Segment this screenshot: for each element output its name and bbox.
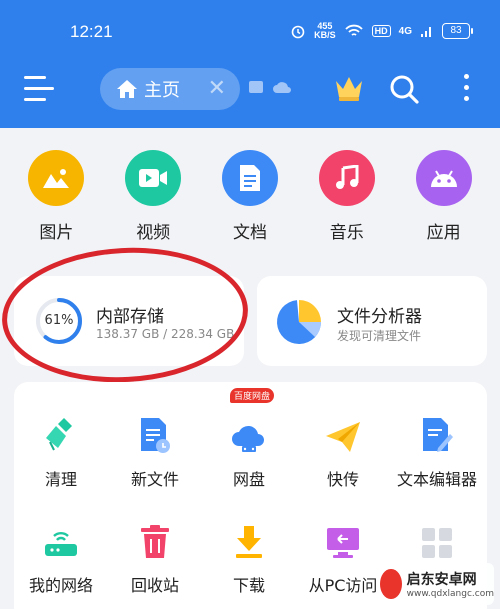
trash-icon xyxy=(108,510,202,560)
paper-plane-icon xyxy=(296,404,390,454)
watermark-logo-icon xyxy=(380,569,402,599)
hd-badge: HD xyxy=(371,25,391,37)
internal-storage-card[interactable]: 61% 内部存储 138.37 GB / 228.34 GB xyxy=(14,276,244,366)
more-icon[interactable] xyxy=(462,74,470,107)
category-label: 应用 xyxy=(426,223,461,243)
close-icon[interactable]: ✕ xyxy=(208,76,226,101)
tab-cloud-icon xyxy=(273,82,291,93)
tool-text-editor[interactable]: 文本编辑器 xyxy=(390,404,484,490)
signal-icon xyxy=(421,27,431,37)
tool-label: 快传 xyxy=(326,470,359,489)
alarm-icon xyxy=(291,25,305,39)
tool-label: 文本编辑器 xyxy=(396,470,477,489)
baidu-disk-badge: 百度网盘 xyxy=(230,388,275,403)
tool-recycle-bin[interactable]: 回收站 xyxy=(108,510,202,596)
tool-label: 回收站 xyxy=(130,576,179,595)
category-apps[interactable]: 应用 xyxy=(395,150,492,250)
watermark: 启东安卓网 www.qdxlangc.com xyxy=(376,563,494,605)
download-icon xyxy=(202,510,296,560)
new-file-icon xyxy=(108,404,202,454)
tool-clean[interactable]: 清理 xyxy=(14,404,108,490)
tool-label: 新文件 xyxy=(130,470,179,489)
storage-percent: 61% xyxy=(44,313,74,328)
net-speed: 455 KB/S xyxy=(314,21,336,40)
category-label: 图片 xyxy=(39,223,74,243)
android-icon xyxy=(415,150,472,206)
tool-new-file[interactable]: 新文件 xyxy=(108,404,202,490)
category-images[interactable]: 图片 xyxy=(8,150,105,250)
pie-chart-icon xyxy=(277,300,321,345)
tool-label: 下载 xyxy=(232,576,265,595)
storage-ring: 61% xyxy=(34,296,84,346)
menu-button[interactable] xyxy=(24,76,54,102)
category-videos[interactable]: 视频 xyxy=(105,150,202,250)
search-icon[interactable] xyxy=(388,73,420,109)
tab-extra-icons xyxy=(248,80,292,94)
wifi-icon xyxy=(345,24,363,36)
text-editor-icon xyxy=(390,404,484,454)
tool-quick-transfer[interactable]: 快传 xyxy=(296,404,390,490)
tool-download[interactable]: 下载 xyxy=(202,510,296,596)
watermark-name: 启东安卓网 xyxy=(406,572,477,588)
status-bar: 12:21 455 KB/S HD 4G 83 xyxy=(0,0,500,64)
more-grid-icon xyxy=(390,510,484,560)
pc-access-icon xyxy=(296,510,390,560)
tool-label: 清理 xyxy=(44,470,77,489)
file-analyzer-card[interactable]: 文件分析器 发现可清理文件 xyxy=(257,276,487,366)
network-type: 4G xyxy=(398,25,412,37)
category-documents[interactable]: 文档 xyxy=(202,150,299,250)
storage-usage: 138.37 GB / 228.34 GB xyxy=(96,327,235,341)
category-label: 音乐 xyxy=(329,223,364,243)
status-icons: 455 KB/S HD 4G 83 xyxy=(290,21,473,40)
tool-my-network[interactable]: 我的网络 xyxy=(14,510,108,596)
brush-icon xyxy=(14,404,108,454)
document-icon xyxy=(221,150,278,206)
crown-icon[interactable] xyxy=(333,74,365,106)
tab-label: 主页 xyxy=(144,80,180,101)
music-icon xyxy=(318,150,375,206)
status-time: 12:21 xyxy=(70,22,113,41)
category-label: 文档 xyxy=(232,223,267,243)
app-header: 12:21 455 KB/S HD 4G 83 主页 ✕ xyxy=(0,0,500,128)
analyzer-title: 文件分析器 xyxy=(337,307,422,327)
video-icon xyxy=(125,150,182,206)
category-row: 图片 视频 文档 音乐 应用 xyxy=(0,150,500,250)
router-icon xyxy=(14,510,108,560)
analyzer-subtitle: 发现可清理文件 xyxy=(337,329,422,343)
image-icon xyxy=(28,150,85,206)
home-icon xyxy=(117,80,137,98)
battery-icon: 83 xyxy=(442,23,473,39)
cloud-disk-icon xyxy=(202,404,296,454)
tab-window-icon xyxy=(249,81,263,93)
tab-home[interactable]: 主页 ✕ xyxy=(100,68,240,110)
category-label: 视频 xyxy=(136,223,171,243)
storage-title: 内部存储 xyxy=(96,307,164,327)
tool-label: 网盘 xyxy=(232,470,265,489)
category-music[interactable]: 音乐 xyxy=(298,150,395,250)
tool-label: 我的网络 xyxy=(28,576,93,595)
watermark-url: www.qdxlangc.com xyxy=(406,589,494,599)
tool-cloud-disk[interactable]: 网盘 xyxy=(202,404,296,490)
